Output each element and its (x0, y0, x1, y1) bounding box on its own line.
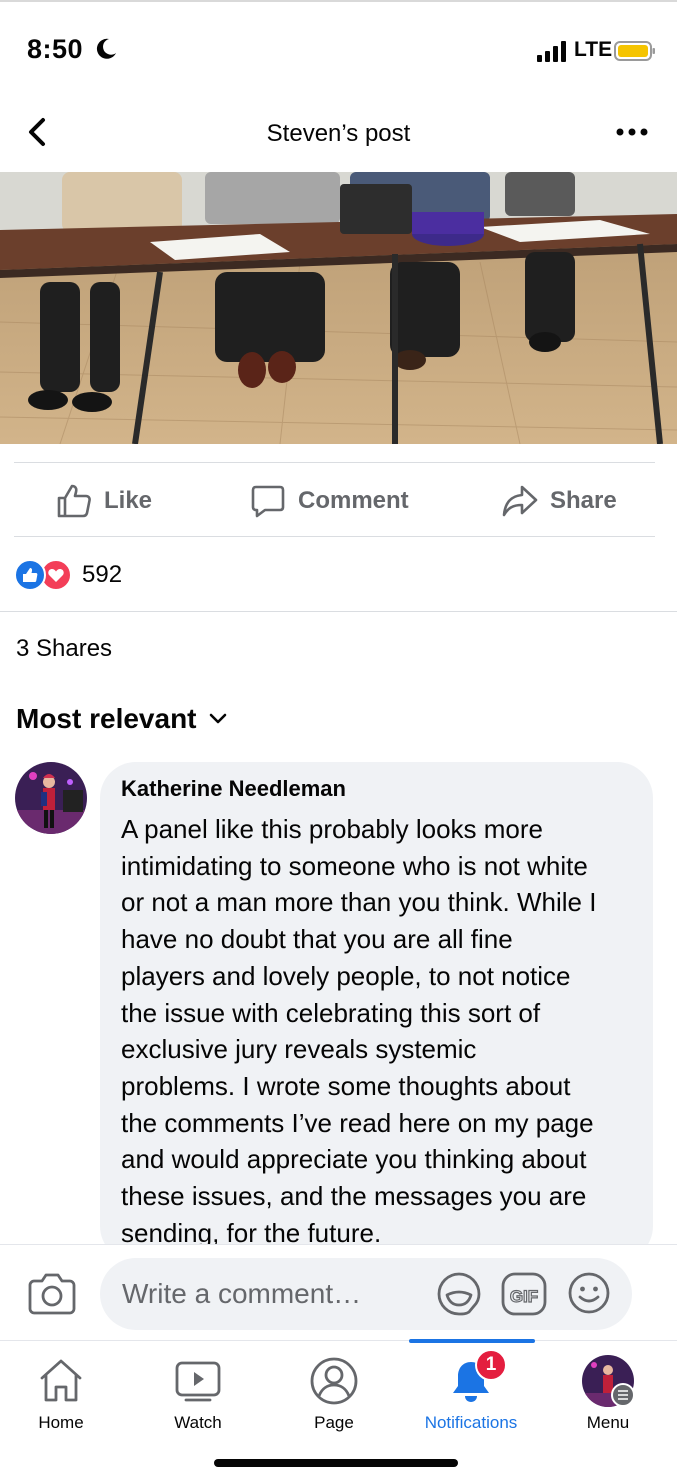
comment-sort-dropdown[interactable]: Most relevant (16, 703, 227, 735)
sticker-icon[interactable] (436, 1271, 482, 1317)
svg-text:GIF: GIF (510, 1287, 538, 1306)
thumbs-up-icon (57, 484, 91, 518)
tab-label: Home (38, 1413, 84, 1432)
chevron-down-icon (209, 713, 226, 724)
emoji-icon[interactable] (567, 1271, 611, 1315)
comment-composer: GIF (0, 1244, 677, 1340)
reaction-summary[interactable]: 592 (14, 558, 122, 592)
divider (14, 462, 655, 463)
tab-label: Notifications (424, 1413, 518, 1432)
sort-label: Most relevant (16, 703, 197, 734)
comment-line: have no doubt that you are all fine (121, 924, 513, 955)
comment-line: players and lovely people, to not notice (121, 960, 571, 991)
camera-icon[interactable] (28, 1271, 76, 1315)
comment-line: or not a man more than you think. While … (121, 887, 597, 918)
divider (14, 536, 655, 537)
tab-label: Menu (586, 1413, 630, 1432)
status-bar: 8:50 LTE (0, 0, 677, 100)
comment-line: and would appreciate you thinking about (121, 1144, 587, 1175)
more-options-icon[interactable] (615, 118, 649, 146)
tab-label: Page (314, 1413, 354, 1432)
comment-line: intimidating to someone who is not white (121, 850, 588, 881)
divider (0, 611, 677, 612)
comment-line: the issue with celebrating this sort of (121, 997, 541, 1028)
comment-line: these issues, and the messages you are (121, 1181, 587, 1212)
gif-icon[interactable]: GIF (501, 1272, 547, 1316)
reaction-count: 592 (82, 561, 123, 588)
tab-watch[interactable]: Watch (130, 1341, 266, 1441)
comment-text: A panel like this probably looks more in… (121, 811, 631, 1251)
comment-icon (251, 485, 285, 518)
page-icon (310, 1357, 358, 1405)
network-type: LTE (574, 38, 613, 61)
comment-author[interactable]: Katherine Needleman (121, 776, 631, 802)
comment-line: A panel like this probably looks more (121, 814, 544, 844)
like-button[interactable]: Like (56, 480, 152, 522)
commenter-avatar[interactable] (15, 762, 87, 834)
home-indicator (214, 1459, 458, 1467)
like-label: Like (104, 487, 153, 514)
post-header: Steven’s post (0, 100, 677, 172)
signal-icon (537, 41, 566, 62)
battery-icon (614, 41, 655, 61)
tab-home[interactable]: Home (0, 1341, 129, 1441)
page-title: Steven’s post (266, 120, 411, 147)
tab-page[interactable]: Page (266, 1341, 402, 1441)
menu-lines-icon (611, 1383, 635, 1407)
tab-label: Watch (174, 1413, 222, 1432)
post-photo[interactable] (0, 172, 677, 444)
comment-line: the comments I’ve read here on my page (121, 1107, 594, 1138)
comment-input[interactable] (100, 1258, 632, 1330)
comment-line: exclusive jury reveals systemic (121, 1034, 477, 1065)
comment-line: problems. I wrote some thoughts about (121, 1070, 571, 1101)
share-button[interactable]: Share (502, 480, 617, 522)
share-label: Share (550, 487, 617, 514)
comment-label: Comment (298, 487, 409, 514)
tab-notifications[interactable]: Notifications (403, 1341, 539, 1441)
notification-badge: 1 (475, 1349, 507, 1381)
watch-icon (175, 1361, 221, 1402)
comment-bubble[interactable]: Katherine Needleman A panel like this pr… (100, 762, 653, 1262)
like-reaction-icon (14, 559, 46, 591)
share-arrow-icon (502, 485, 538, 517)
comment-button[interactable]: Comment (250, 480, 409, 522)
share-count[interactable]: 3 Shares (16, 635, 112, 663)
moon-icon (96, 38, 116, 59)
status-time: 8:50 (27, 34, 84, 64)
home-icon (40, 1359, 82, 1402)
